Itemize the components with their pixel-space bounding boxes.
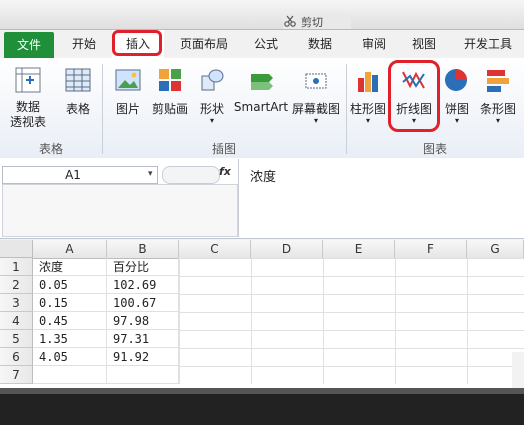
formula-divider	[238, 159, 239, 237]
name-box-panel	[2, 184, 238, 237]
column-chart-icon	[354, 66, 382, 94]
line-chart-highlight	[388, 60, 440, 132]
clipart-label: 剪贴画	[151, 102, 188, 116]
row-header-4[interactable]: 4	[0, 312, 33, 330]
bar-chart-label: 条形图	[479, 102, 516, 116]
group-label-charts: 图表	[422, 142, 447, 156]
tab-home[interactable]: 开始	[56, 30, 112, 58]
clipart-button[interactable]: 剪贴画	[146, 60, 194, 138]
pie-chart-button[interactable]: 饼图 ▾	[440, 60, 474, 138]
picture-icon	[114, 66, 142, 94]
table-icon	[64, 66, 92, 94]
tab-review[interactable]: 审阅	[350, 30, 398, 58]
formula-input[interactable]: 浓度	[250, 166, 276, 185]
column-chart-button[interactable]: 柱形图 ▾	[348, 60, 388, 138]
cell-a5[interactable]: 1.35	[33, 330, 107, 348]
picture-button[interactable]: 图片	[108, 60, 148, 138]
ribbon-tabs: 文件 开始 插入 页面布局 公式 数据 审阅 视图 开发工具	[0, 30, 524, 59]
smartart-icon	[247, 66, 275, 94]
shapes-label: 形状	[199, 102, 224, 116]
fx-icon[interactable]: fx	[219, 165, 233, 183]
pie-chart-icon	[442, 66, 470, 94]
screenshot-dropdown-icon: ▾	[313, 116, 318, 125]
shapes-icon	[198, 66, 226, 94]
bar-chart-dropdown-icon: ▾	[495, 116, 500, 125]
row-header-3[interactable]: 3	[0, 294, 33, 312]
name-box-dropdown-icon[interactable]: ▾	[148, 169, 156, 179]
clipart-icon	[156, 66, 184, 94]
row-header-1[interactable]: 1	[0, 258, 33, 276]
picture-label: 图片	[115, 102, 140, 116]
row-header-7[interactable]: 7	[0, 366, 33, 384]
vertical-scrollbar[interactable]	[512, 352, 524, 388]
name-box[interactable]: A1	[2, 166, 158, 184]
shapes-button[interactable]: 形状 ▾	[196, 60, 228, 138]
column-chart-dropdown-icon: ▾	[365, 116, 370, 125]
tab-formulas[interactable]: 公式	[242, 30, 290, 58]
top-strip	[0, 0, 524, 31]
table-button[interactable]: 表格	[56, 60, 100, 138]
cell-b4[interactable]: 97.98	[107, 312, 179, 330]
shapes-dropdown-icon: ▾	[209, 116, 214, 125]
cell-a2[interactable]: 0.05	[33, 276, 107, 294]
screenshot-button[interactable]: 屏幕截图 ▾	[290, 60, 342, 138]
tab-developer[interactable]: 开发工具	[452, 30, 524, 58]
name-box-value: A1	[65, 168, 81, 182]
group-label-illustrations: 插图	[211, 142, 236, 156]
camera-icon	[302, 66, 330, 94]
column-header-f[interactable]: F	[395, 240, 467, 258]
table-label: 表格	[65, 102, 90, 116]
cell-a1[interactable]: 浓度	[33, 258, 107, 276]
column-header-a[interactable]: A	[33, 240, 107, 258]
row-header-6[interactable]: 6	[0, 348, 33, 366]
bar-chart-button[interactable]: 条形图 ▾	[476, 60, 520, 138]
cell-a3[interactable]: 0.15	[33, 294, 107, 312]
column-chart-label: 柱形图	[349, 102, 386, 116]
group-label-tables: 表格	[38, 142, 63, 156]
select-all-corner[interactable]	[0, 240, 33, 258]
screenshot-label: 屏幕截图	[291, 102, 340, 116]
column-header-d[interactable]: D	[251, 240, 323, 258]
cell-a7[interactable]	[33, 366, 107, 384]
pivot-table-label: 数据 透视表	[9, 100, 46, 129]
bottom-strip-edge	[0, 388, 524, 394]
insert-tab-highlight	[112, 30, 162, 56]
bar-chart-icon	[484, 66, 512, 94]
column-header-e[interactable]: E	[323, 240, 395, 258]
cell-b2[interactable]: 102.69	[107, 276, 179, 294]
pie-chart-dropdown-icon: ▾	[454, 116, 459, 125]
cell-b7[interactable]	[107, 366, 179, 384]
scissors-icon	[283, 14, 297, 28]
cell-b3[interactable]: 100.67	[107, 294, 179, 312]
tab-data[interactable]: 数据	[294, 30, 346, 58]
tab-file[interactable]: 文件	[4, 32, 54, 58]
formula-bar-splitter[interactable]	[162, 166, 220, 184]
cell-a4[interactable]: 0.45	[33, 312, 107, 330]
column-header-c[interactable]: C	[179, 240, 251, 258]
tab-view[interactable]: 视图	[400, 30, 448, 58]
cell-a6[interactable]: 4.05	[33, 348, 107, 366]
pivot-table-icon	[14, 66, 42, 94]
empty-cells-grid	[179, 258, 524, 384]
column-header-b[interactable]: B	[107, 240, 179, 258]
pie-chart-label: 饼图	[444, 102, 469, 116]
tab-page-layout[interactable]: 页面布局	[168, 30, 240, 58]
row-header-2[interactable]: 2	[0, 276, 33, 294]
smartart-button[interactable]: SmartArt	[232, 60, 290, 138]
cell-b5[interactable]: 97.31	[107, 330, 179, 348]
smartart-label: SmartArt	[233, 100, 289, 114]
cut-label: 剪切	[301, 16, 323, 29]
pivot-table-button[interactable]: 数据 透视表	[4, 60, 52, 138]
row-header-5[interactable]: 5	[0, 330, 33, 348]
cell-b1[interactable]: 百分比	[107, 258, 179, 276]
column-header-g[interactable]: G	[467, 240, 524, 258]
cell-b6[interactable]: 91.92	[107, 348, 179, 366]
